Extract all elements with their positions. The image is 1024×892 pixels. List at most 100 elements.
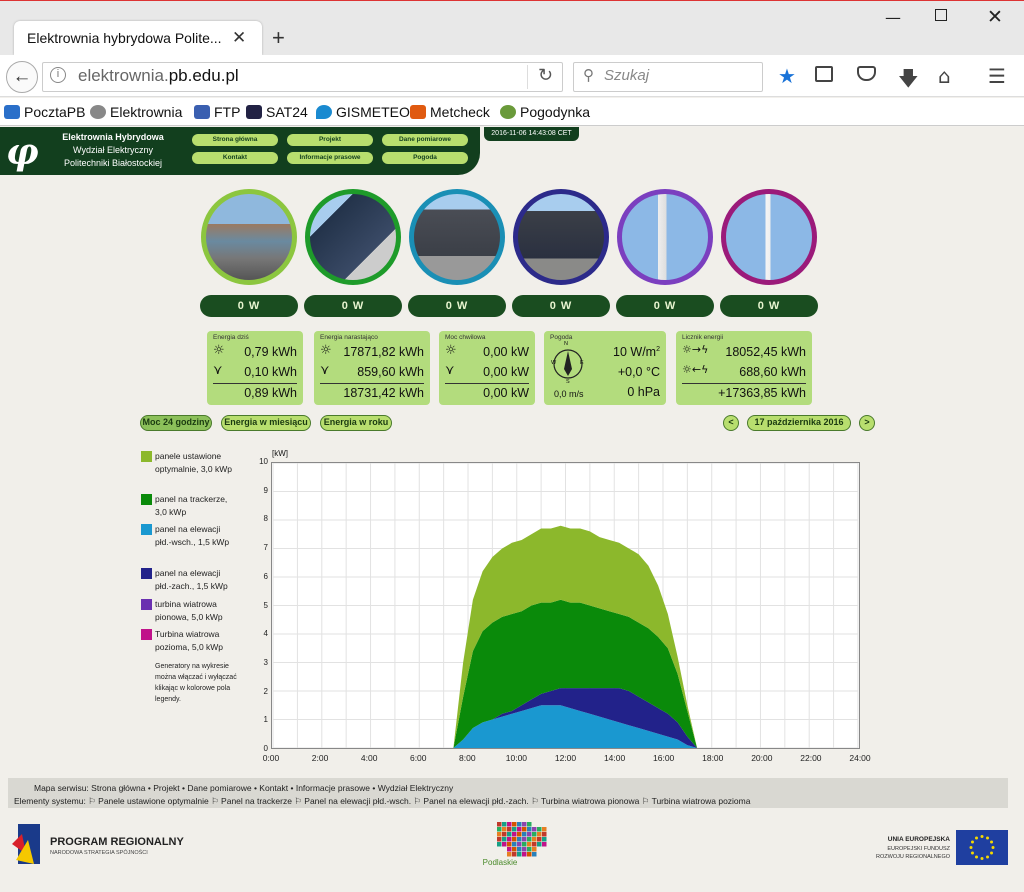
reading-list-icon[interactable] — [815, 66, 833, 82]
generator-power-3: 0 W — [408, 295, 506, 317]
podlaskie-label: Podlaskie — [482, 858, 518, 867]
legend-label-tracker[interactable]: panel na trackerze, 3,0 kWp — [155, 493, 237, 519]
panel-weather: Pogoda N W E S 10 W/m2 +0,0 °C 0 hPa 0,0… — [544, 331, 666, 405]
panel-label: Moc chwilowa — [445, 334, 486, 341]
legend-label-sw-facade[interactable]: panel na elewacji płd.-zach., 1,5 kWp — [155, 567, 239, 593]
logo[interactable]: φ — [6, 131, 39, 173]
weather-temperature: +0,0 °C — [617, 365, 660, 379]
sun-icon: ☼ — [320, 343, 332, 358]
x-tick-label: 12:00 — [554, 753, 577, 763]
search-input[interactable] — [573, 62, 763, 92]
window-close-icon[interactable]: ✕ — [987, 6, 1003, 28]
x-tick-label: 4:00 — [360, 753, 378, 763]
legend-swatch-tracker[interactable] — [141, 494, 152, 505]
panel-row-wind: 0,10 kWh — [244, 365, 297, 379]
generator-photo-se-facade[interactable] — [409, 189, 505, 285]
legend-label-optimal[interactable]: panele ustawione optymalnie, 3,0 kWp — [155, 450, 235, 476]
panel-row-solar: 18052,45 kWh — [725, 345, 806, 359]
compass-e: E — [580, 360, 584, 366]
y-tick-label: 7 — [263, 543, 268, 553]
legend-label-se-facade[interactable]: panel na elewacji płd.-wsch., 1,5 kWp — [155, 523, 235, 549]
turbine-icon: ⋎ — [445, 363, 455, 378]
legend-swatch-vertical-turbine[interactable] — [141, 599, 152, 610]
tab-moc-24h[interactable]: Moc 24 godziny — [140, 415, 212, 431]
legend-note: Generatory na wykresie można włączać i w… — [155, 663, 237, 703]
new-tab-button[interactable]: + — [272, 25, 285, 51]
nav-pogoda[interactable]: Pogoda — [382, 152, 468, 164]
weather-icon — [410, 105, 426, 119]
panel-row-solar: 0,00 kW — [483, 345, 529, 359]
weather-wind: 0,0 m/s — [554, 389, 584, 399]
tab-energia-miesiac[interactable]: Energia w miesiącu — [221, 415, 311, 431]
tab-close-icon[interactable]: ✕ — [232, 28, 246, 48]
bookmark-elektrownia[interactable]: Elektrownia — [90, 104, 182, 120]
generator-photo-sw-facade[interactable] — [513, 189, 609, 285]
legend-swatch-se-facade[interactable] — [141, 524, 152, 535]
panel-label: Energia narastająco — [320, 334, 378, 341]
back-icon[interactable]: ← — [6, 61, 38, 93]
weather-irradiance: 10 W/m2 — [613, 345, 660, 359]
tab-energia-rok[interactable]: Energia w roku — [320, 415, 392, 431]
generator-power-5: 0 W — [616, 295, 714, 317]
search-icon: ⚲ — [583, 67, 594, 84]
x-tick-label: 6:00 — [409, 753, 427, 763]
legend-swatch-optimal[interactable] — [141, 451, 152, 462]
legend-swatch-sw-facade[interactable] — [141, 568, 152, 579]
footer-sitemap[interactable]: Mapa serwisu: Strona główna • Projekt • … — [34, 783, 453, 793]
y-tick-label: 8 — [263, 514, 268, 524]
generator-power-6: 0 W — [720, 295, 818, 317]
date-display[interactable]: 17 października 2016 — [747, 415, 851, 431]
legend-label-horizontal-turbine[interactable]: Turbina wiatrowa pozioma, 5,0 kWp — [155, 628, 235, 654]
weather-pressure: 0 hPa — [627, 385, 660, 399]
bookmark-pogodynka[interactable]: Pogodynka — [500, 104, 590, 120]
generator-power-4: 0 W — [512, 295, 610, 317]
menu-icon[interactable]: ☰ — [988, 64, 1006, 88]
nav-informacje-prasowe[interactable]: Informacje prasowe — [287, 152, 373, 164]
minimize-icon[interactable]: — — [885, 8, 901, 27]
y-tick-label: 6 — [263, 571, 268, 581]
panel-row-solar: 0,79 kWh — [244, 345, 297, 359]
footer-system-elements[interactable]: Elementy systemu: ⚐ Panele ustawione opt… — [14, 796, 750, 807]
nav-kontakt[interactable]: Kontakt — [192, 152, 278, 164]
bookmark-gismeteo[interactable]: GISMETEO — [316, 104, 410, 120]
legend-label-vertical-turbine[interactable]: turbina wiatrowa pionowa, 5,0 kWp — [155, 598, 235, 624]
power-chart[interactable] — [271, 462, 860, 749]
y-axis-label: [kW] — [272, 449, 288, 458]
satellite-icon — [246, 105, 262, 119]
x-tick-label: 22:00 — [800, 753, 822, 763]
site-info-icon[interactable]: i — [50, 67, 66, 83]
generator-photo-optimal-panels[interactable] — [201, 189, 297, 285]
generator-photo-horizontal-turbine[interactable] — [721, 189, 817, 285]
panel-row-total: 0,89 kWh — [244, 386, 297, 400]
next-date-button[interactable]: > — [859, 415, 875, 431]
nav-dane-pomiarowe[interactable]: Dane pomiarowe — [382, 134, 468, 146]
bookmark-metcheck[interactable]: Metcheck — [410, 104, 490, 120]
home-icon[interactable]: ⌂ — [938, 64, 951, 88]
program-regionalny-title: PROGRAM REGIONALNY — [50, 836, 184, 848]
panel-label: Licznik energii — [682, 334, 724, 341]
bookmark-sat24[interactable]: SAT24 — [246, 104, 308, 120]
maximize-icon[interactable] — [935, 9, 947, 21]
download-icon[interactable]: 🡇 — [898, 64, 919, 98]
x-tick-label: 10:00 — [505, 753, 528, 763]
prev-date-button[interactable]: < — [723, 415, 739, 431]
reload-icon[interactable]: ↻ — [538, 65, 553, 86]
panel-energy-today: Energia dziś ☼ 0,79 kWh ⋎ 0,10 kWh 0,89 … — [207, 331, 303, 405]
bookmark-star-icon[interactable]: ★ — [778, 64, 796, 88]
generator-photo-vertical-turbine[interactable] — [617, 189, 713, 285]
nav-projekt[interactable]: Projekt — [287, 134, 373, 146]
panel-energy-cumulative: Energia narastająco ☼ 17871,82 kWh ⋎ 859… — [314, 331, 430, 405]
browser-tab[interactable]: Elektrownia hybrydowa Polite... — [14, 21, 262, 55]
x-tick-label: 0:00 — [262, 753, 280, 763]
generator-photo-tracker[interactable] — [305, 189, 401, 285]
panel-row-total: +17363,85 kWh — [718, 386, 806, 400]
legend-swatch-horizontal-turbine[interactable] — [141, 629, 152, 640]
x-tick-label: 24:00 — [849, 753, 871, 763]
nav-strona-glowna[interactable]: Strona główna — [192, 134, 278, 146]
panel-row-solar: 17871,82 kWh — [343, 345, 424, 359]
bookmark-poczta[interactable]: PocztaPB — [4, 104, 85, 120]
sun-to-grid-icon: ☼→ϟ — [682, 343, 709, 356]
y-tick-label: 4 — [263, 629, 268, 639]
generator-power-2: 0 W — [304, 295, 402, 317]
bookmark-ftp[interactable]: FTP — [194, 104, 240, 120]
